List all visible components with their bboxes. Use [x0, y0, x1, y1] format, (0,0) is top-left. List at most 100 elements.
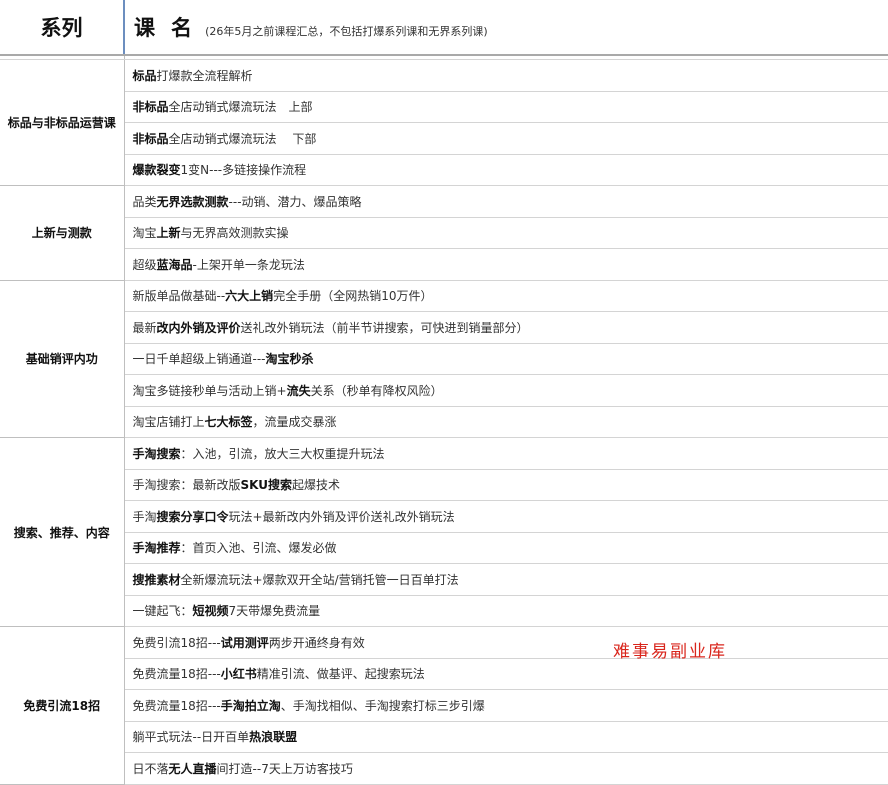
course-prefix: 免费流量18招--- — [132, 698, 221, 713]
course-suffix: 玩法+最新改内外销及评价送礼改外销玩法 — [228, 509, 455, 524]
course-name: 躺平式玩法--日开百单热浪联盟 — [124, 721, 888, 753]
course-prefix: 淘宝店铺打上 — [132, 415, 205, 430]
course-name: 手淘搜索分享口令玩法+最新改内外销及评价送礼改外销玩法 — [124, 500, 888, 533]
table-row: 标品与非标品运营课 标品打爆款全流程解析 — [0, 59, 888, 186]
series-name: 免费引流18招 — [0, 626, 125, 785]
course-prefix: 手淘 — [132, 509, 157, 524]
course-name: 超级蓝海品-上架开单一条龙玩法 — [124, 248, 888, 281]
course-name: 非标品全店动销式爆流玩法 下部 — [124, 122, 888, 155]
table-row: 免费流量18招---手淘拍立淘、手淘找相似、手淘搜索打标三步引爆 — [0, 689, 888, 722]
course-suffix: 完全手册（全网热销10万件） — [273, 289, 433, 304]
series-name: 搜索、推荐、内容 — [0, 437, 125, 627]
course-name: 淘宝上新与无界高效测款实操 — [124, 217, 888, 249]
course-suffix: 、手淘找相似、手淘搜索打标三步引爆 — [280, 698, 485, 713]
table-row: 非标品全店动销式爆流玩法 上部 — [0, 91, 888, 123]
course-suffix: 打爆款全流程解析 — [156, 68, 253, 83]
table-row: 淘宝店铺打上七大标签，流量成交暴涨 — [0, 406, 888, 438]
course-prefix: 一键起飞： — [132, 604, 193, 619]
course-keyword: SKU搜索 — [240, 478, 292, 493]
course-table: 系列 课名 (26年5月之前课程汇总，不包括打爆系列课和无界系列课) 标品与非标… — [0, 0, 888, 785]
course-name: 手淘搜索：最新改版SKU搜索起爆技术 — [124, 469, 888, 501]
course-suffix: 7天带爆免费流量 — [228, 604, 321, 619]
course-prefix: 品类 — [132, 194, 157, 209]
course-name: 一日千单超级上销通道---淘宝秒杀 — [124, 343, 888, 375]
series-column-header: 系列 — [0, 0, 125, 56]
table-row: 淘宝上新与无界高效测款实操 — [0, 217, 888, 249]
course-suffix: 全店动销式爆流玩法 上部 — [168, 100, 313, 115]
course-suffix: 送礼改外销玩法（前半节讲搜索，可快进到销量部分） — [240, 320, 529, 335]
course-suffix: 精准引流、做基评、起搜索玩法 — [256, 667, 425, 682]
course-keyword: 手淘拍立淘 — [220, 698, 281, 713]
course-keyword: 手淘推荐 — [132, 541, 181, 556]
course-name: 非标品全店动销式爆流玩法 上部 — [124, 91, 888, 123]
course-suffix: ：首页入池、引流、爆发必做 — [180, 541, 337, 556]
course-suffix: 关系（秒单有降权风险） — [310, 383, 443, 398]
course-prefix: 新版单品做基础-- — [132, 289, 226, 304]
table-row: 躺平式玩法--日开百单热浪联盟 — [0, 721, 888, 753]
table-row: 一日千单超级上销通道---淘宝秒杀 — [0, 343, 888, 375]
table-row: 日不落无人直播间打造--7天上万访客技巧 — [0, 752, 888, 785]
course-suffix: ，流量成交暴涨 — [252, 415, 337, 430]
course-name: 品类无界选款测款---动销、潜力、爆品策略 — [124, 185, 888, 218]
table-row: 一键起飞：短视频7天带爆免费流量 — [0, 595, 888, 627]
course-prefix: 日不落 — [132, 761, 169, 776]
table-row: 手淘搜索分享口令玩法+最新改内外销及评价送礼改外销玩法 — [0, 500, 888, 533]
series-name: 上新与测款 — [0, 185, 125, 281]
course-name: 淘宝多链接秒单与活动上销+流失关系（秒单有降权风险） — [124, 374, 888, 407]
table-row: 免费引流18招 免费引流18招---试用测评两步开通终身有效 — [0, 626, 888, 785]
watermark-text: 难事易副业库 — [613, 642, 727, 662]
table-row: 淘宝多链接秒单与活动上销+流失关系（秒单有降权风险） — [0, 374, 888, 407]
course-keyword: 蓝海品 — [156, 257, 193, 272]
course-name: 淘宝店铺打上七大标签，流量成交暴涨 — [124, 406, 888, 438]
course-keyword: 小红书 — [220, 667, 257, 682]
course-suffix: 起爆技术 — [292, 478, 341, 493]
table-row: 基础销评内功 新版单品做基础--六大上销完全手册（全网热销10万件） — [0, 280, 888, 438]
course-prefix: 最新 — [132, 320, 157, 335]
header-row: 系列 课名 (26年5月之前课程汇总，不包括打爆系列课和无界系列课) — [0, 0, 888, 56]
course-name: 免费流量18招---小红书精准引流、做基评、起搜索玩法 — [124, 658, 888, 690]
course-name: 新版单品做基础--六大上销完全手册（全网热销10万件） — [124, 280, 888, 312]
table-row: 超级蓝海品-上架开单一条龙玩法 — [0, 248, 888, 281]
course-suffix: 1变N---多链接操作流程 — [180, 163, 307, 178]
table-row: 非标品全店动销式爆流玩法 下部 — [0, 122, 888, 155]
course-keyword: 标品 — [132, 68, 157, 83]
course-name: 标品打爆款全流程解析 — [124, 59, 888, 92]
course-keyword: 手淘搜索 — [132, 446, 181, 461]
course-keyword: 六大上销 — [225, 289, 274, 304]
course-suffix: 全店动销式爆流玩法 下部 — [168, 131, 317, 146]
course-suffix: 全新爆流玩法+爆款双开全站/营销托管一日百单打法 — [180, 572, 459, 587]
course-prefix: 免费引流18招--- — [132, 635, 221, 650]
course-name: 爆款裂变1变N---多链接操作流程 — [124, 154, 888, 186]
header-note: (26年5月之前课程汇总，不包括打爆系列课和无界系列课) — [205, 25, 488, 38]
table-row: 最新改内外销及评价送礼改外销玩法（前半节讲搜索，可快进到销量部分） — [0, 311, 888, 344]
course-prefix: 超级 — [132, 257, 157, 272]
series-name: 基础销评内功 — [0, 280, 125, 438]
course-keyword: 短视频 — [192, 604, 229, 619]
course-name: 手淘搜索：入池，引流，放大三大权重提升玩法 — [124, 437, 888, 470]
course-name: 一键起飞：短视频7天带爆免费流量 — [124, 595, 888, 627]
course-keyword: 无人直播 — [168, 761, 217, 776]
course-suffix: 两步开通终身有效 — [268, 635, 365, 650]
course-keyword: 热浪联盟 — [249, 730, 298, 745]
course-keyword: 上新 — [156, 226, 181, 241]
course-prefix: 淘宝多链接秒单与活动上销+ — [132, 383, 287, 398]
course-name: 最新改内外销及评价送礼改外销玩法（前半节讲搜索，可快进到销量部分） — [124, 311, 888, 344]
course-name: 日不落无人直播间打造--7天上万访客技巧 — [124, 752, 888, 785]
table-row: 搜索、推荐、内容 手淘搜索：入池，引流，放大三大权重提升玩法 — [0, 437, 888, 627]
course-name: 手淘推荐：首页入池、引流、爆发必做 — [124, 532, 888, 564]
course-column-header: 课名 (26年5月之前课程汇总，不包括打爆系列课和无界系列课) — [124, 0, 888, 56]
course-prefix: 躺平式玩法--日开百单 — [132, 730, 250, 745]
table-row: 手淘推荐：首页入池、引流、爆发必做 — [0, 532, 888, 564]
course-name: 免费流量18招---手淘拍立淘、手淘找相似、手淘搜索打标三步引爆 — [124, 689, 888, 722]
course-keyword: 非标品 — [132, 100, 169, 115]
table-row: 手淘搜索：最新改版SKU搜索起爆技术 — [0, 469, 888, 501]
course-name: 搜推素材全新爆流玩法+爆款双开全站/营销托管一日百单打法 — [124, 563, 888, 596]
course-keyword: 搜索分享口令 — [156, 509, 229, 524]
table-row: 免费流量18招---小红书精准引流、做基评、起搜索玩法 — [0, 658, 888, 690]
course-suffix: 与无界高效测款实操 — [180, 226, 289, 241]
course-keyword: 爆款裂变 — [132, 163, 181, 178]
series-name: 标品与非标品运营课 — [0, 59, 125, 186]
course-keyword: 改内外销及评价 — [156, 320, 241, 335]
course-title-label: 课名 — [134, 16, 208, 40]
course-keyword: 流失 — [286, 383, 311, 398]
